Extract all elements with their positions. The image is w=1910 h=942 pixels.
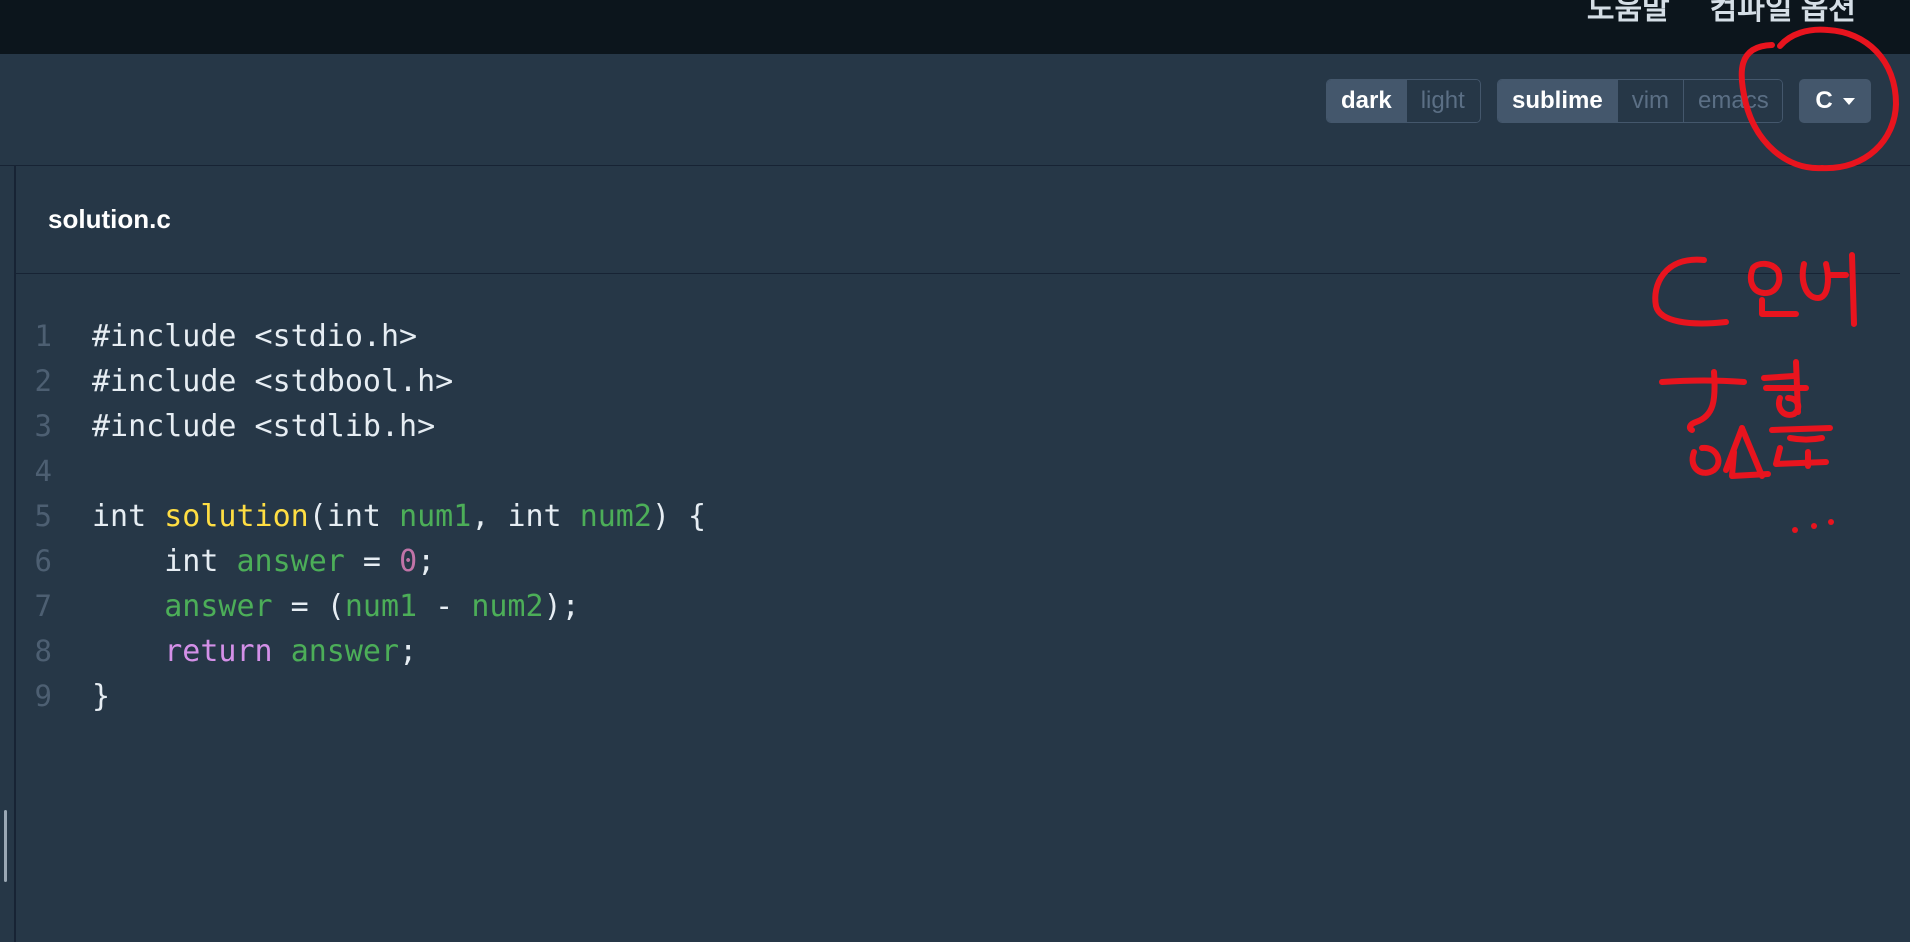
number-token: 0	[399, 544, 418, 579]
code-line: 2 #include <stdbool.h>	[16, 359, 706, 404]
line-number: 9	[34, 679, 52, 713]
editor-toolbar: dark light sublime vim emacs C	[0, 54, 1910, 166]
code-text: #include <stdlib.h>	[92, 409, 436, 444]
indent-token	[92, 634, 164, 669]
help-link[interactable]: 도움말	[1587, 0, 1670, 28]
keymap-sublime-button[interactable]: sublime	[1498, 80, 1618, 122]
type-token: int	[92, 544, 237, 579]
code-text: answer = (num1 - num2);	[92, 584, 580, 629]
code-line: 6 int answer = 0;	[16, 539, 706, 584]
variable-token: answer	[236, 544, 345, 579]
language-dropdown[interactable]: C	[1799, 79, 1871, 123]
param-token: num2	[579, 499, 652, 534]
code-text: return answer;	[92, 629, 417, 674]
topbar-links: 도움말 컴파일 옵션	[1587, 0, 1856, 28]
punct-token: = (	[272, 589, 345, 624]
punct-token: ) {	[651, 499, 707, 534]
code-line: 8 return answer;	[16, 629, 706, 674]
line-number: 7	[34, 589, 52, 623]
variable-token: num2	[471, 589, 544, 624]
chevron-down-icon	[1842, 97, 1855, 105]
code-line: 7 answer = (num1 - num2);	[16, 584, 706, 629]
code-line: 3 #include <stdlib.h>	[16, 404, 706, 449]
file-name: solution.c	[48, 204, 171, 234]
type-token: int	[92, 499, 165, 534]
function-name-token: solution	[164, 499, 309, 534]
indent-token	[92, 589, 164, 624]
keymap-emacs-button[interactable]: emacs	[1684, 80, 1782, 122]
code-text: }	[92, 679, 111, 714]
punct-token: (	[308, 499, 327, 534]
top-navigation-bar: 도움말 컴파일 옵션	[0, 0, 1910, 54]
code-area[interactable]: 1 #include <stdio.h> 2 #include <stdbool…	[16, 314, 707, 719]
theme-dark-button[interactable]: dark	[1327, 80, 1407, 122]
scroll-indicator[interactable]	[4, 810, 7, 882]
keyword-token: return	[164, 634, 273, 669]
code-line: 4	[16, 449, 706, 494]
param-token: num1	[399, 499, 472, 534]
code-text: #include <stdbool.h>	[92, 364, 454, 399]
theme-toggle-group: dark light	[1326, 79, 1481, 123]
code-text: #include <stdio.h>	[92, 319, 418, 354]
code-line: 5 int solution(int num1, int num2) {	[16, 494, 707, 539]
line-number: 4	[34, 454, 52, 488]
type-token: int	[326, 499, 400, 534]
punct-token: ,	[471, 499, 508, 534]
line-number: 1	[34, 319, 52, 353]
keymap-toggle-group: sublime vim emacs	[1497, 79, 1783, 123]
code-line: 1 #include <stdio.h>	[16, 314, 706, 359]
language-label: C	[1815, 87, 1833, 114]
compile-options-link[interactable]: 컴파일 옵션	[1710, 0, 1856, 28]
variable-token: answer	[164, 589, 273, 624]
variable-token: answer	[290, 634, 400, 669]
line-number: 2	[34, 364, 52, 398]
code-text: int answer = 0;	[92, 539, 435, 584]
code-text: int solution(int num1, int num2) {	[92, 494, 706, 539]
file-header: solution.c	[16, 166, 1900, 274]
keymap-vim-button[interactable]: vim	[1617, 80, 1685, 122]
punct-token: );	[543, 589, 580, 624]
line-number: 5	[34, 499, 52, 533]
variable-token: num1	[344, 589, 418, 624]
theme-light-button[interactable]: light	[1406, 80, 1479, 122]
type-token: int	[507, 499, 580, 534]
punct-token: ;	[399, 634, 418, 669]
line-number: 3	[34, 409, 52, 443]
operator-token: -	[417, 589, 472, 624]
line-number: 8	[34, 634, 52, 668]
punct-token: =	[344, 544, 400, 579]
code-editor-panel: solution.c 1 #include <stdio.h> 2 #inclu…	[14, 166, 1900, 942]
code-line: 9 }	[16, 674, 706, 719]
punct-token: ;	[417, 544, 436, 579]
line-number: 6	[34, 544, 52, 578]
